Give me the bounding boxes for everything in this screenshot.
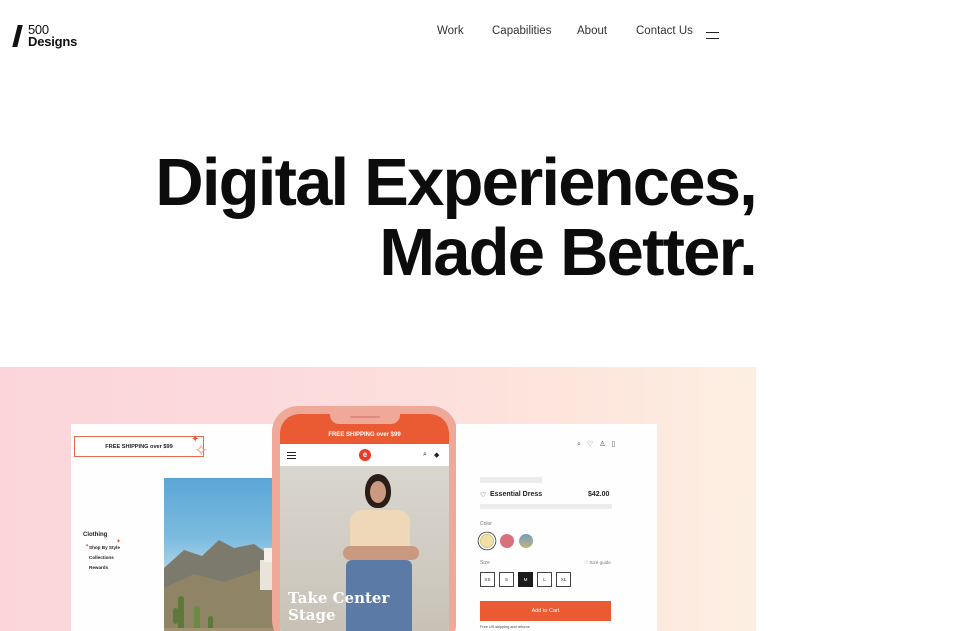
- header-icons: ⌕♡♙▯: [577, 440, 621, 449]
- hamburger-menu-icon[interactable]: [706, 32, 719, 39]
- phone-notch: [329, 414, 400, 424]
- hamburger-menu-icon[interactable]: [287, 452, 296, 459]
- logo-line-2: Designs: [28, 34, 78, 49]
- free-shipping-banner: FREE SHIPPING over $99: [74, 436, 204, 457]
- size-option-s[interactable]: S: [499, 572, 514, 587]
- hero-line-2: Made Better.: [379, 215, 758, 290]
- size-label: Size: [480, 560, 490, 566]
- color-label: Color: [480, 521, 492, 527]
- hero-line-1: Digital Experiences,: [155, 145, 758, 220]
- color-swatch-pink[interactable]: [500, 534, 514, 548]
- heart-icon[interactable]: ♡: [587, 441, 599, 448]
- size-guide-link[interactable]: ♡ Size guide: [584, 560, 611, 566]
- nav-work[interactable]: Work: [437, 25, 464, 37]
- free-shipping-note: Free US shipping and returns: [480, 625, 530, 629]
- showcase-banner: FREE SHIPPING over $99 ✦ ✧ Clothing ✦ ✦ …: [0, 367, 756, 631]
- phone-hero-line-2: Stage: [288, 606, 336, 624]
- product-name: Essential Dress: [490, 491, 543, 498]
- phone-screen: FREE SHIPPING over $99 e ⌕ ◆ Take Center…: [280, 414, 449, 631]
- phone-toolbar: e ⌕ ◆: [280, 444, 449, 466]
- model-arms: [343, 546, 419, 560]
- menu-item: Rewards: [89, 565, 109, 570]
- logo-text: 500 Designs: [28, 23, 78, 49]
- menu-list: Shop By Style Collections Rewards: [89, 543, 120, 573]
- brand-logo-icon[interactable]: e: [359, 449, 371, 461]
- size-option-xs[interactable]: XS: [480, 572, 495, 587]
- hero-heading: Digital Experiences, Made Better.: [155, 145, 758, 290]
- product-detail-card: ⌕♡♙▯ ♡ Essential Dress $42.00 Color Size…: [456, 424, 657, 631]
- size-option-m[interactable]: M: [518, 572, 533, 587]
- product-price: $42.00: [588, 491, 610, 498]
- size-option-xl[interactable]: XL: [556, 572, 571, 587]
- logo-slash-mark: [12, 25, 23, 47]
- nav-about[interactable]: About: [577, 25, 607, 37]
- phone-mockup: FREE SHIPPING over $99 e ⌕ ◆ Take Center…: [272, 406, 457, 631]
- color-swatch-cream[interactable]: [480, 534, 494, 548]
- size-option-l[interactable]: L: [537, 572, 552, 587]
- search-icon[interactable]: ⌕: [423, 451, 427, 459]
- menu-item: Collections: [89, 555, 114, 560]
- model-face: [370, 481, 386, 503]
- menu-item: Shop By Style: [89, 545, 120, 550]
- color-swatch-blue[interactable]: [519, 534, 533, 548]
- search-icon[interactable]: ⌕: [577, 441, 587, 448]
- nav-contact-us[interactable]: Contact Us: [636, 25, 693, 37]
- desktop-mockup-card: FREE SHIPPING over $99 ✦ ✧ Clothing ✦ ✦ …: [71, 424, 294, 631]
- bag-icon[interactable]: ▯: [611, 441, 621, 448]
- brand-logo[interactable]: 500 Designs: [12, 23, 78, 49]
- menu-title: Clothing: [83, 532, 108, 538]
- bag-icon[interactable]: ◆: [434, 451, 439, 459]
- phone-hero-text: Take Center Stage: [288, 590, 389, 624]
- sparkle-outline-icon: ✧: [194, 441, 209, 460]
- placeholder-bar: [480, 504, 612, 509]
- model-photo: Take Center Stage: [280, 466, 449, 631]
- phone-hero-line-1: Take Center: [288, 589, 390, 607]
- add-to-cart-button[interactable]: Add to Cart: [480, 601, 611, 621]
- wishlist-heart-icon[interactable]: ♡: [480, 491, 486, 499]
- placeholder-bar: [480, 477, 542, 483]
- nav-capabilities[interactable]: Capabilities: [492, 25, 551, 37]
- user-icon[interactable]: ♙: [599, 441, 611, 448]
